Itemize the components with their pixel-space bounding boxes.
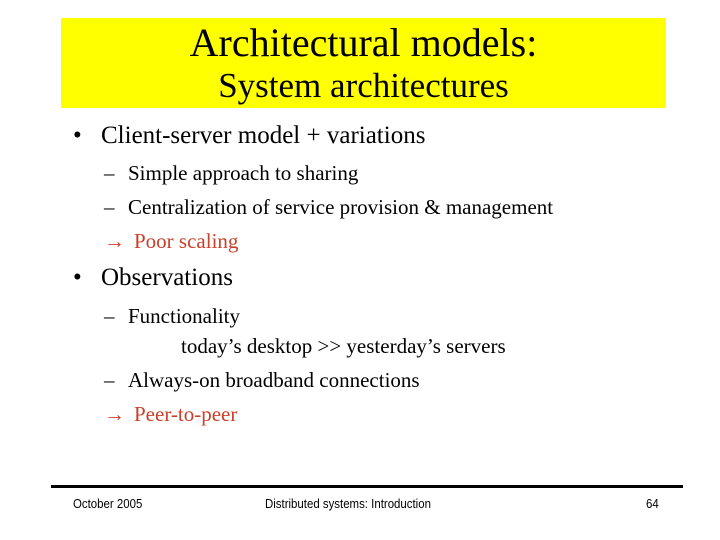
bullet-icon: • bbox=[73, 264, 82, 291]
arrow-right-icon: → bbox=[104, 402, 125, 426]
footer-date: October 2005 bbox=[73, 496, 143, 511]
sub-item-continuation: today’s desktop >> yesterday’s servers bbox=[181, 333, 506, 359]
footer-course: Distributed systems: Introduction bbox=[265, 496, 431, 511]
footer-divider bbox=[51, 485, 683, 488]
dash-icon: – bbox=[104, 304, 115, 328]
conclusion-text: Peer-to-peer bbox=[134, 402, 238, 426]
sub-item-text: Simple approach to sharing bbox=[128, 161, 359, 185]
title-box: Architectural models: System architectur… bbox=[61, 18, 666, 108]
conclusion-text: Poor scaling bbox=[134, 229, 239, 253]
sub-item-text: Functionality bbox=[128, 304, 240, 328]
arrow-right-icon: → bbox=[104, 229, 125, 253]
dash-icon: – bbox=[104, 195, 115, 219]
bullet-text: Client-server model + variations bbox=[101, 122, 426, 149]
continuation-text: today’s desktop >> yesterday’s servers bbox=[181, 334, 506, 358]
sub-item-text: Always-on broadband connections bbox=[128, 368, 420, 392]
page-number: 64 bbox=[646, 496, 659, 511]
dash-icon: – bbox=[104, 368, 115, 392]
bullet-text: Observations bbox=[101, 264, 233, 291]
bullet-icon: • bbox=[73, 122, 82, 149]
slide-subtitle: System architectures bbox=[218, 66, 509, 105]
dash-icon: – bbox=[104, 161, 115, 185]
slide-title: Architectural models: bbox=[189, 20, 538, 65]
sub-item-text: Centralization of service provision & ma… bbox=[128, 195, 554, 219]
